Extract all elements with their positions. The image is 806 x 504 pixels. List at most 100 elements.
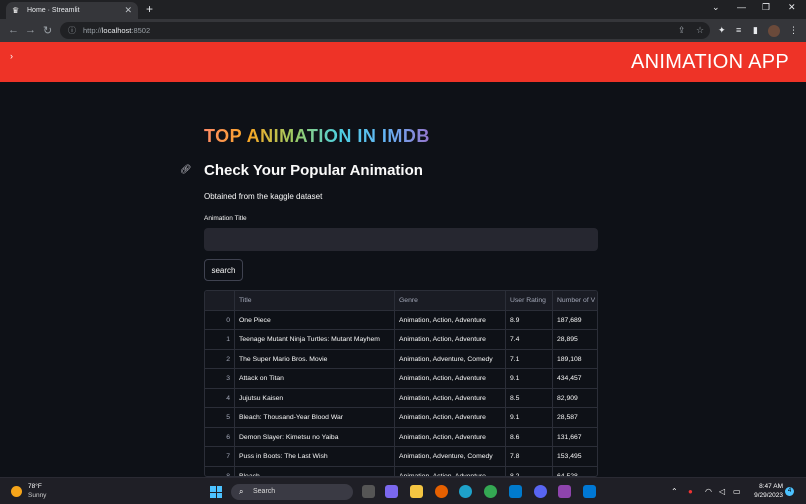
photos-icon[interactable] [583,485,596,498]
table-header-cell[interactable]: Title [235,291,395,310]
table-row[interactable]: 1 Teenage Mutant Ninja Turtles: Mutant Ma… [205,330,597,350]
table-cell[interactable]: 131,667 [553,428,597,447]
taskbar-search[interactable]: ⌕ Search [231,484,353,500]
table-cell[interactable]: 3 [205,369,235,388]
new-tab-icon[interactable]: + [146,2,153,16]
table-cell[interactable]: 8.5 [506,388,553,407]
app-icon[interactable] [558,485,571,498]
table-cell[interactable]: 28,895 [553,330,597,349]
firefox-icon[interactable] [435,485,448,498]
sun-icon[interactable] [11,486,22,497]
search-button[interactable]: search [204,259,243,281]
task-view-icon[interactable] [362,485,375,498]
share-icon[interactable]: ⇪ [678,25,686,36]
table-cell[interactable]: Puss in Boots: The Last Wish [235,447,395,466]
table-cell[interactable]: 6 [205,427,235,446]
close-tab-icon[interactable]: ✕ [124,5,132,16]
table-cell[interactable]: Bleach [235,466,395,476]
table-cell[interactable]: 5 [205,408,235,427]
tab-search-icon[interactable]: ⌄ [712,2,720,13]
table-cell[interactable]: 64,528 [553,467,597,477]
notification-icon[interactable]: 4 [785,487,794,496]
table-cell[interactable]: 4 [205,388,235,407]
table-row[interactable]: 5 Bleach: Thousand-Year Blood War Animatio… [205,408,597,428]
table-cell[interactable]: 7.4 [506,330,553,349]
table-cell[interactable]: 2 [205,349,235,368]
table-cell[interactable]: Teenage Mutant Ninja Turtles: Mutant May… [235,330,395,349]
table-row[interactable]: 3 Attack on Titan Animation, Action, Adven… [205,369,597,389]
table-cell[interactable]: Animation, Adventure, Comedy [395,447,506,466]
table-cell[interactable]: Animation, Adventure, Comedy [395,349,506,368]
table-cell[interactable]: Demon Slayer: Kimetsu no Yaiba [235,427,395,446]
windows-start-icon[interactable] [210,486,222,498]
vscode-icon[interactable] [509,485,522,498]
table-row[interactable]: 8 Bleach Animation, Action, Adventure 8.2 64… [205,466,597,477]
table-cell[interactable]: Animation, Action, Adventure [395,466,506,476]
table-cell[interactable]: Animation, Action, Adventure [395,330,506,349]
chrome-icon[interactable] [484,485,497,498]
table-cell[interactable]: 189,108 [553,350,597,369]
file-explorer-icon[interactable] [410,485,423,498]
bookmark-star-icon[interactable]: ☆ [696,25,704,36]
table-cell[interactable]: 7.1 [506,349,553,368]
table-cell[interactable]: 9.1 [506,408,553,427]
extensions-icon[interactable]: ✦ [718,25,726,36]
minimize-icon[interactable]: — [737,2,746,12]
forward-icon[interactable]: → [25,24,36,36]
chrome-menu-icon[interactable]: ⋮ [789,25,798,36]
results-table[interactable]: Title Genre User Rating Number of V 0 One Pie… [204,290,598,477]
table-cell[interactable]: 8.2 [506,466,553,476]
volume-icon[interactable]: ◁ [719,487,725,496]
animation-title-input[interactable] [204,228,598,251]
table-cell[interactable]: Animation, Action, Adventure [395,369,506,388]
table-cell[interactable]: Animation, Action, Adventure [395,310,506,329]
table-cell[interactable]: 1 [205,330,235,349]
table-header-cell[interactable]: Number of V [553,291,597,310]
table-cell[interactable]: 8.6 [506,427,553,446]
discord-icon[interactable] [534,485,547,498]
table-cell[interactable]: 9.1 [506,369,553,388]
edge-icon[interactable] [459,485,472,498]
table-cell[interactable]: 82,909 [553,389,597,408]
security-icon[interactable]: ● [688,487,693,496]
back-icon[interactable]: ← [8,24,19,36]
browser-tab[interactable]: ♛ Home · Streamlit ✕ [6,2,138,19]
table-row[interactable]: 4 Jujutsu Kaisen Animation, Action, Advent… [205,388,597,408]
table-cell[interactable]: 187,689 [553,311,597,330]
table-header-cell[interactable]: User Rating [506,291,553,310]
table-cell[interactable]: 434,457 [553,369,597,388]
table-header-cell[interactable] [205,291,235,310]
table-cell[interactable]: 8.9 [506,310,553,329]
tray-overflow-icon[interactable]: ⌃ [671,487,678,496]
table-cell[interactable]: One Piece [235,310,395,329]
table-row[interactable]: 0 One Piece Animation, Action, Adventure 8.… [205,310,597,330]
table-cell[interactable]: Animation, Action, Adventure [395,408,506,427]
table-cell[interactable]: 8 [205,466,235,476]
close-window-icon[interactable]: ✕ [788,2,796,13]
reading-list-icon[interactable]: ≡ [736,25,741,35]
anchor-link-icon[interactable]: 🔗︎ [180,164,194,178]
table-cell[interactable]: 7.8 [506,447,553,466]
side-panel-icon[interactable]: ▮ [753,25,758,36]
table-row[interactable]: 7 Puss in Boots: The Last Wish Animation, … [205,447,597,467]
table-cell[interactable]: Jujutsu Kaisen [235,388,395,407]
url-field[interactable]: ⓘ http://localhost:8502 ⇪ ☆ [60,22,710,39]
table-row[interactable]: 2 The Super Mario Bros. Movie Animation, A… [205,349,597,369]
table-cell[interactable]: 153,495 [553,447,597,466]
table-header-cell[interactable]: Genre [395,291,506,310]
table-header-row[interactable]: Title Genre User Rating Number of V [205,291,597,311]
sidebar-expand-icon[interactable]: › [10,51,13,61]
table-cell[interactable]: 7 [205,447,235,466]
table-cell[interactable]: Attack on Titan [235,369,395,388]
table-row[interactable]: 6 Demon Slayer: Kimetsu no Yaiba Animation… [205,427,597,447]
table-cell[interactable]: 28,587 [553,408,597,427]
site-info-icon[interactable]: ⓘ [68,25,76,36]
battery-icon[interactable]: ▭ [733,487,741,496]
table-cell[interactable]: Animation, Action, Adventure [395,388,506,407]
table-cell[interactable]: 0 [205,310,235,329]
system-clock[interactable]: 8:47 AM 9/29/2023 [747,483,783,499]
table-cell[interactable]: Animation, Action, Adventure [395,427,506,446]
restore-icon[interactable]: ❐ [762,2,770,13]
profile-avatar[interactable] [768,25,780,37]
chat-icon[interactable] [385,485,398,498]
